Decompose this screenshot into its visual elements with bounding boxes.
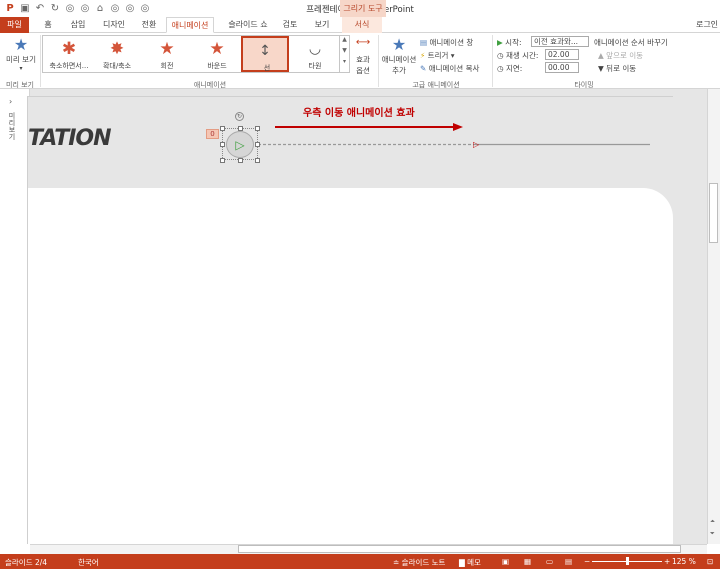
resize-handle[interactable] <box>255 142 260 147</box>
zoom-in-icon[interactable]: + <box>664 557 670 566</box>
tab-slideshow[interactable]: 슬라이드 쇼 <box>224 17 272 33</box>
line-path-icon: ↕ <box>259 43 271 59</box>
preview-star-icon: ★ <box>13 35 29 54</box>
scroll-up-icon[interactable]: ▲ <box>340 36 349 43</box>
star-icon: ★ <box>159 39 175 59</box>
tab-transitions[interactable]: 전환 <box>137 17 161 33</box>
star-icon: ★ <box>209 39 225 59</box>
thumbnail-panel-label: 미리보기 <box>8 112 16 140</box>
triangle-up-icon: ▲ <box>598 51 604 60</box>
divider <box>492 35 493 87</box>
vertical-scrollbar[interactable] <box>707 89 720 544</box>
effect-options-button[interactable]: ⟷ 효과 옵션 <box>352 36 374 76</box>
resize-handle[interactable] <box>220 126 225 131</box>
clock-icon: ◷ <box>497 51 504 60</box>
animation-order-badge[interactable]: 0 <box>206 129 219 139</box>
triangle-down-icon: ▼ <box>598 64 604 73</box>
tab-file[interactable]: 파일 <box>0 17 29 33</box>
add-star-icon: ★ <box>391 35 407 54</box>
slide-sorter-icon[interactable]: ▦ <box>524 557 531 566</box>
more-icon[interactable]: ▾ <box>340 58 349 65</box>
slide-indicator: 슬라이드 2/4 <box>5 558 48 567</box>
red-arrow <box>275 123 463 131</box>
ribbon: ★ 미리 보기 ▾ 미리 보기 ✱ 축소하면서... ✸ 확대/축소 ★ 회전 … <box>0 33 720 89</box>
timing-delay: ◷ 지연: <box>497 64 523 73</box>
gallery-item-line[interactable]: ↕ 선 <box>241 36 289 72</box>
trigger-button[interactable]: ⚡ 트리거 ▾ <box>420 50 455 61</box>
zoom-out-icon[interactable]: − <box>584 557 590 566</box>
notes-button[interactable]: ≐ 슬라이드 노트 <box>393 557 445 568</box>
gallery-scroll[interactable]: ▲ ▼ ▾ <box>340 35 350 73</box>
gallery-item-shrink-turn[interactable]: ✱ 축소하면서... <box>45 36 93 72</box>
arc-path-icon: ◡ <box>308 41 322 57</box>
path-end-marker-icon[interactable]: ▷ <box>473 140 479 149</box>
lightning-icon: ⚡ <box>420 51 426 60</box>
play-shape-icon[interactable]: ▷ <box>226 131 254 158</box>
reading-view-icon[interactable]: ▭ <box>546 557 553 566</box>
divider <box>40 35 41 87</box>
start-select[interactable]: 이전 효과와... <box>531 36 589 47</box>
signin-link[interactable]: 로그인 <box>694 17 720 33</box>
play-icon: ▶ <box>497 38 503 47</box>
clock-icon: ◷ <box>497 64 504 73</box>
resize-handle[interactable] <box>255 158 260 163</box>
resize-handle[interactable] <box>220 158 225 163</box>
scroll-down-icon[interactable]: ▼ <box>340 47 349 54</box>
tab-view[interactable]: 보기 <box>311 17 333 33</box>
move-later-button[interactable]: ▼ 뒤로 이동 <box>598 63 636 74</box>
tab-animations[interactable]: 애니메이션 <box>166 17 214 33</box>
gallery-item-arc[interactable]: ◡ 타원 <box>291 36 339 72</box>
resize-handle[interactable] <box>238 158 243 163</box>
chevron-down-icon: ▾ <box>19 65 23 72</box>
gallery-item-bounce[interactable]: ★ 바운드 <box>193 36 241 72</box>
animation-caption[interactable]: 우측 이동 애니메이션 효과 <box>303 104 415 119</box>
timing-duration: ◷ 재생 시간: <box>497 51 539 60</box>
fit-to-window-icon[interactable]: ⊡ <box>707 557 713 566</box>
animation-pane-button[interactable]: ▤ 애니메이션 창 <box>420 37 473 48</box>
language-indicator[interactable]: 한국어 <box>78 557 99 568</box>
gallery-item-rotate[interactable]: ★ 회전 <box>143 36 191 72</box>
horizontal-scroll-thumb[interactable] <box>238 545 681 553</box>
move-earlier-button[interactable]: ▲ 앞으로 이동 <box>598 50 643 61</box>
resize-handle[interactable] <box>255 126 260 131</box>
tab-format[interactable]: 서식 <box>342 17 382 33</box>
star-icon: ✸ <box>109 39 125 59</box>
line-arrow-icon: ⟷ <box>355 37 371 48</box>
slideshow-view-icon[interactable]: ▤ <box>565 557 572 566</box>
zoom-slider-knob[interactable] <box>626 557 629 565</box>
expand-panel-icon[interactable]: › <box>9 97 12 106</box>
tab-review[interactable]: 검토 <box>278 17 302 33</box>
ribbon-tabs: 파일 홈 삽입 디자인 전환 애니메이션 슬라이드 쇼 검토 보기 서식 로그인 <box>0 17 720 33</box>
slide-title-fragment[interactable]: TATION <box>28 126 112 151</box>
add-animation-button[interactable]: ★ 애니메이션 추가 <box>381 36 417 76</box>
duration-input[interactable]: 02.00 <box>545 49 579 60</box>
drawing-tools-context-label: 그리기 도구 <box>340 0 386 17</box>
resize-handle[interactable] <box>220 142 225 147</box>
gallery-item-zoom[interactable]: ✸ 확대/축소 <box>93 36 141 72</box>
tab-design[interactable]: 디자인 <box>100 17 128 33</box>
preview-button[interactable]: ★ 미리 보기 ▾ <box>4 35 38 73</box>
next-slide-icon[interactable]: ⏷ <box>710 530 715 538</box>
brush-icon: ✎ <box>420 64 427 73</box>
comments-button[interactable]: ▇ 메모 <box>459 557 481 568</box>
animation-painter-button[interactable]: ✎ 애니메이션 복사 <box>420 63 479 74</box>
thumbnail-panel[interactable] <box>0 89 30 544</box>
tab-home[interactable]: 홈 <box>39 17 57 33</box>
normal-view-icon[interactable]: ▣ <box>502 557 509 566</box>
prev-slide-icon[interactable]: ⏶ <box>710 518 715 526</box>
delay-input[interactable]: 00.00 <box>545 62 579 73</box>
pane-icon: ▤ <box>420 38 428 47</box>
slide-border <box>27 96 673 544</box>
animation-gallery: ✱ 축소하면서... ✸ 확대/축소 ★ 회전 ★ 바운드 ↕ 선 ◡ 타원 <box>42 35 340 73</box>
reorder-title: 애니메이션 순서 바꾸기 <box>594 38 668 47</box>
divider <box>378 35 379 87</box>
motion-path[interactable] <box>258 143 650 146</box>
tab-insert[interactable]: 삽입 <box>66 17 90 33</box>
vertical-scroll-thumb[interactable] <box>709 183 718 243</box>
star-icon: ✱ <box>61 39 77 59</box>
zoom-level[interactable]: 125 % <box>672 557 696 566</box>
rotate-handle-icon[interactable]: ↻ <box>235 112 244 121</box>
timing-start: ▶ 시작: <box>497 38 522 47</box>
